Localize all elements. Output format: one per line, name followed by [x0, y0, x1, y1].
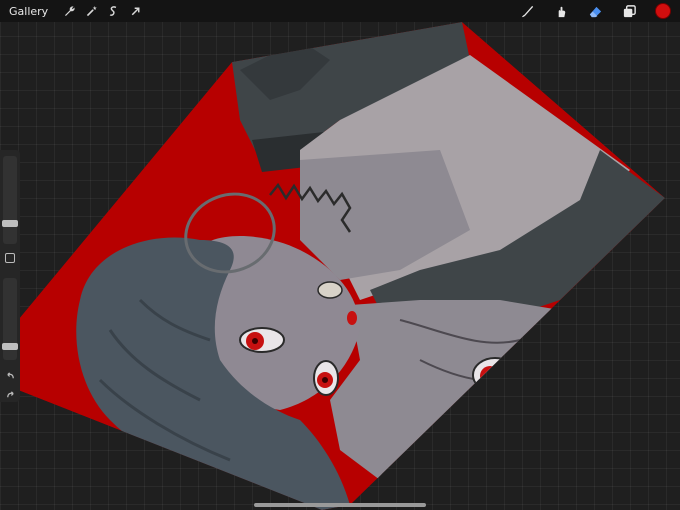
left-pupil [252, 338, 258, 344]
drawing-canvas[interactable] [0, 22, 680, 510]
eraser-icon[interactable] [578, 0, 612, 22]
mouth-shape [317, 281, 343, 299]
hand-eye-iris [480, 366, 500, 386]
layers-icon[interactable] [612, 0, 646, 22]
redo-icon[interactable] [3, 387, 17, 401]
smudge-icon[interactable] [544, 0, 578, 22]
home-indicator[interactable] [254, 503, 426, 507]
hand-shape [330, 280, 640, 480]
brush-size-handle[interactable] [2, 220, 18, 227]
top-toolbar: Gallery [0, 0, 680, 22]
artwork [18, 22, 665, 510]
selection-icon[interactable] [102, 0, 124, 22]
gallery-button[interactable]: Gallery [9, 5, 48, 18]
hand-eye [472, 357, 518, 393]
hand-eye-pupil [487, 373, 493, 379]
wrench-icon[interactable] [58, 0, 80, 22]
transform-arrow-icon[interactable] [124, 0, 146, 22]
current-color-swatch [655, 3, 671, 19]
brush-icon[interactable] [510, 0, 544, 22]
nose-shape [347, 311, 357, 325]
opacity-slider[interactable] [2, 278, 18, 360]
opacity-handle[interactable] [2, 343, 18, 350]
left-sidebar [0, 150, 20, 402]
modify-button[interactable] [5, 253, 15, 263]
right-pupil [322, 377, 328, 383]
brush-size-slider[interactable] [2, 156, 18, 244]
color-picker-button[interactable] [646, 0, 680, 22]
undo-icon[interactable] [3, 368, 17, 382]
magic-wand-icon[interactable] [80, 0, 102, 22]
